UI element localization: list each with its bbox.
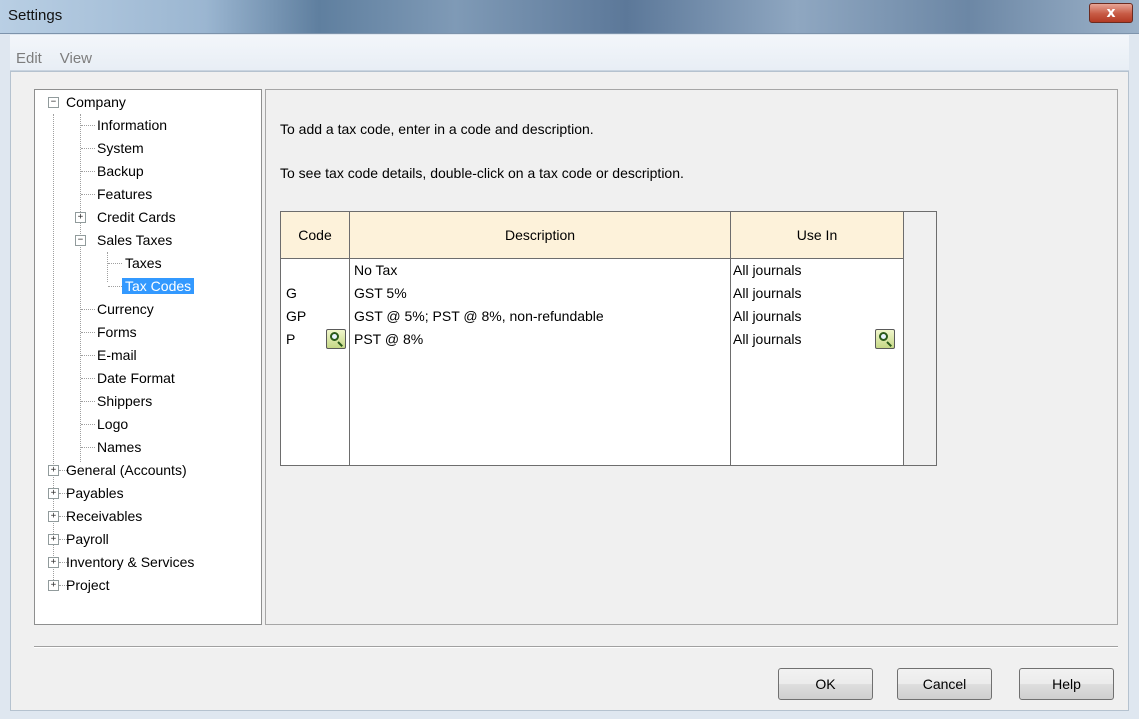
tree-item-logo[interactable]: Logo bbox=[97, 414, 128, 434]
description-column: No Tax GST 5% GST @ 5%; PST @ 8%, non-re… bbox=[350, 259, 731, 465]
close-button[interactable]: x bbox=[1089, 3, 1133, 23]
expand-icon[interactable]: + bbox=[48, 534, 59, 545]
window-title: Settings bbox=[8, 7, 63, 24]
tree-item-general-accounts[interactable]: General (Accounts) bbox=[66, 460, 187, 480]
column-header-code[interactable]: Code bbox=[281, 212, 350, 259]
tree-item-system[interactable]: System bbox=[97, 138, 144, 158]
collapse-icon[interactable]: − bbox=[75, 235, 86, 246]
tree-item-inventory-services[interactable]: Inventory & Services bbox=[66, 552, 194, 572]
table-cell-description[interactable]: PST @ 8% bbox=[354, 328, 423, 351]
code-column: G GP P bbox=[281, 259, 350, 465]
close-icon: x bbox=[1106, 5, 1116, 21]
tree-item-email[interactable]: E-mail bbox=[97, 345, 137, 365]
menu-edit[interactable]: Edit bbox=[16, 50, 42, 67]
table-cell-use-in[interactable]: All journals bbox=[733, 259, 801, 282]
table-cell-use-in[interactable]: All journals bbox=[733, 282, 801, 305]
table-cell-description[interactable]: GST @ 5%; PST @ 8%, non-refundable bbox=[354, 305, 604, 328]
column-header-use-in[interactable]: Use In bbox=[731, 212, 904, 259]
settings-tree[interactable]: − Company Information System Backup Feat… bbox=[34, 89, 262, 625]
tree-item-company[interactable]: Company bbox=[66, 92, 126, 112]
menu-bar: Edit View bbox=[10, 35, 1129, 71]
expand-icon[interactable]: + bbox=[75, 212, 86, 223]
menu-view[interactable]: View bbox=[60, 50, 92, 67]
collapse-icon[interactable]: − bbox=[48, 97, 59, 108]
column-header-description[interactable]: Description bbox=[350, 212, 731, 259]
expand-icon[interactable]: + bbox=[48, 465, 59, 476]
tax-codes-panel: To add a tax code, enter in a code and d… bbox=[265, 89, 1118, 625]
instruction-add: To add a tax code, enter in a code and d… bbox=[280, 121, 594, 137]
tree-item-information[interactable]: Information bbox=[97, 115, 167, 135]
lookup-icon[interactable] bbox=[326, 329, 346, 349]
table-cell-code[interactable]: GP bbox=[286, 305, 306, 328]
use-in-column: All journals All journals All journals A… bbox=[731, 259, 904, 465]
title-bar: Settings x bbox=[0, 0, 1139, 34]
tree-item-payables[interactable]: Payables bbox=[66, 483, 124, 503]
tax-codes-table: Code Description Use In G GP P No Tax GS… bbox=[280, 211, 937, 466]
tree-item-backup[interactable]: Backup bbox=[97, 161, 144, 181]
expand-icon[interactable]: + bbox=[48, 580, 59, 591]
table-cell-description[interactable]: GST 5% bbox=[354, 282, 407, 305]
separator bbox=[34, 646, 1118, 648]
expand-icon[interactable]: + bbox=[48, 488, 59, 499]
tree-item-names[interactable]: Names bbox=[97, 437, 141, 457]
tree-item-currency[interactable]: Currency bbox=[97, 299, 154, 319]
tree-item-forms[interactable]: Forms bbox=[97, 322, 137, 342]
expand-icon[interactable]: + bbox=[48, 557, 59, 568]
table-cell-description[interactable]: No Tax bbox=[354, 259, 397, 282]
tree-item-sales-taxes[interactable]: Sales Taxes bbox=[97, 230, 172, 250]
tree-item-shippers[interactable]: Shippers bbox=[97, 391, 152, 411]
tree-item-features[interactable]: Features bbox=[97, 184, 152, 204]
lookup-icon[interactable] bbox=[875, 329, 895, 349]
tree-item-taxes[interactable]: Taxes bbox=[125, 253, 162, 273]
ok-button[interactable]: OK bbox=[778, 668, 873, 700]
tree-item-payroll[interactable]: Payroll bbox=[66, 529, 109, 549]
tree-item-project[interactable]: Project bbox=[66, 575, 110, 595]
tree-item-tax-codes[interactable]: Tax Codes bbox=[122, 276, 195, 296]
tree-item-date-format[interactable]: Date Format bbox=[97, 368, 175, 388]
cancel-button[interactable]: Cancel bbox=[897, 668, 992, 700]
table-cell-code[interactable]: P bbox=[286, 328, 295, 351]
tree-item-credit-cards[interactable]: Credit Cards bbox=[97, 207, 176, 227]
help-button[interactable]: Help bbox=[1019, 668, 1114, 700]
table-cell-use-in[interactable]: All journals bbox=[733, 305, 801, 328]
selected-tree-label: Tax Codes bbox=[122, 278, 195, 294]
tree-item-receivables[interactable]: Receivables bbox=[66, 506, 142, 526]
instruction-details: To see tax code details, double-click on… bbox=[280, 165, 684, 181]
expand-icon[interactable]: + bbox=[48, 511, 59, 522]
dialog-client-area: − Company Information System Backup Feat… bbox=[10, 71, 1129, 711]
table-cell-use-in[interactable]: All journals bbox=[733, 328, 801, 351]
table-cell-code[interactable]: G bbox=[286, 282, 297, 305]
